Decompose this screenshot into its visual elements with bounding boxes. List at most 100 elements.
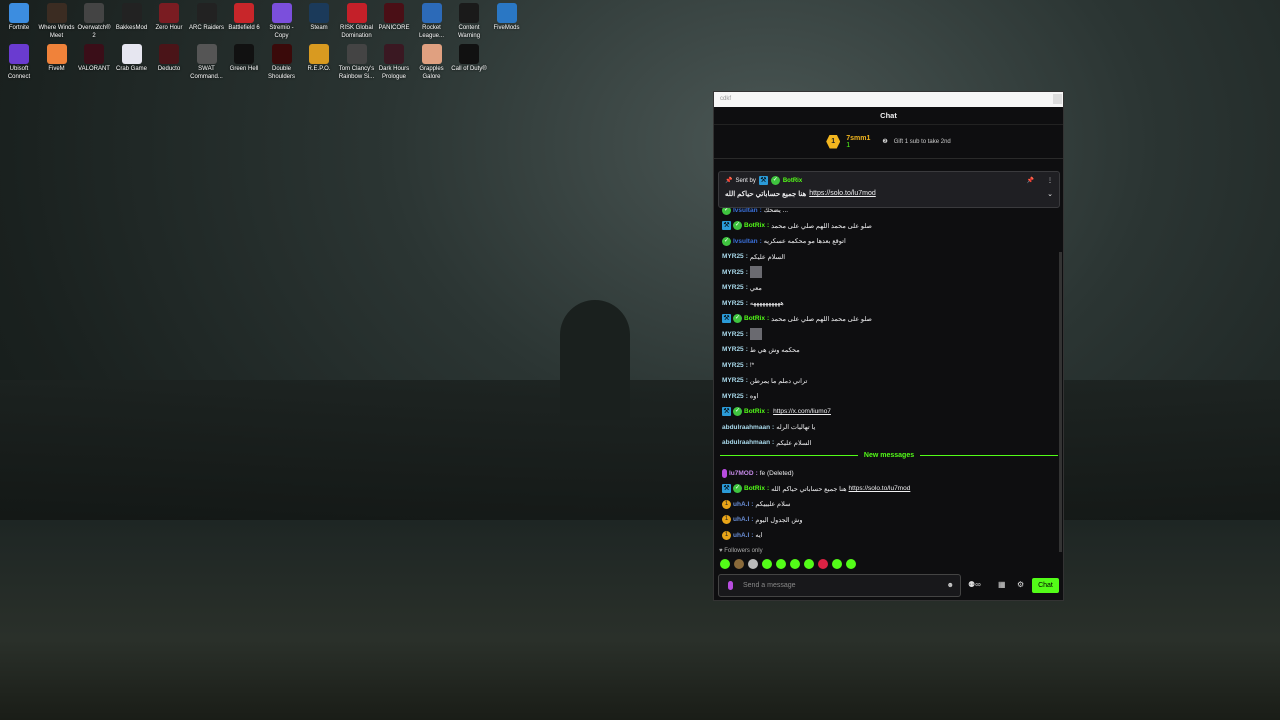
emote[interactable] xyxy=(804,559,814,569)
send-chat-button[interactable]: Chat xyxy=(1032,578,1059,593)
scrollbar[interactable] xyxy=(1059,252,1062,552)
desktop-icon[interactable]: VALORANT xyxy=(75,43,113,73)
mod-badge-icon: ⚒ xyxy=(722,221,731,230)
chat-username[interactable]: lu7MOD xyxy=(729,470,754,477)
emote[interactable] xyxy=(748,559,758,569)
chat-username[interactable]: abdulraahmaan xyxy=(722,439,770,446)
desktop-icon[interactable]: Grapples Galore xyxy=(413,43,451,81)
pinned-user[interactable]: BotRix xyxy=(783,178,802,184)
chat-username[interactable]: BotRix xyxy=(744,315,765,322)
desktop-icon[interactable]: Overwatch® 2 xyxy=(75,2,113,40)
desktop-icon[interactable]: SWAT Command... xyxy=(188,43,226,81)
message-link[interactable]: https://solo.to/lu7mod xyxy=(849,485,911,492)
chat-message: MYR25: محكمه وش هي ط xyxy=(722,346,800,354)
points-icon[interactable]: ⚉∞ xyxy=(968,580,981,589)
chat-username[interactable]: uhA.I xyxy=(733,501,749,508)
chat-username[interactable]: MYR25 xyxy=(722,269,744,276)
message-input[interactable]: Send a message ☻ xyxy=(718,574,961,597)
desktop-icon[interactable]: Dark Hours Prologue xyxy=(375,43,413,81)
desktop-icon-label: Double Shoulders xyxy=(267,66,296,80)
chat-message: MYR25: !* xyxy=(722,361,755,369)
desktop-icon[interactable]: Content Warning xyxy=(450,2,488,40)
chat-username[interactable]: MYR25 xyxy=(722,346,744,353)
chat-username[interactable]: uhA.I xyxy=(733,516,749,523)
unpin-icon[interactable]: 📌 xyxy=(1027,177,1034,184)
more-icon[interactable]: ⋮ xyxy=(1047,177,1053,184)
emote[interactable] xyxy=(790,559,800,569)
app-icon xyxy=(9,3,29,23)
desktop-icon-label: Content Warning xyxy=(457,25,481,39)
chat-username[interactable]: MYR25 xyxy=(722,331,744,338)
pinned-link[interactable]: https://solo.to/lu7mod xyxy=(809,190,876,198)
gift-text: Gift 1 sub to take 2nd xyxy=(893,138,951,145)
desktop-icon[interactable]: Ubisoft Connect xyxy=(0,43,38,81)
address-bar[interactable]: cdkf xyxy=(714,92,1063,107)
desktop-icon-label: SWAT Command... xyxy=(190,66,223,80)
desktop-icon[interactable]: Green Hell xyxy=(225,43,263,73)
emote[interactable] xyxy=(762,559,772,569)
chevron-down-icon[interactable]: ⌄ xyxy=(1047,190,1053,198)
chat-username[interactable]: MYR25 xyxy=(722,253,744,260)
gear-icon[interactable]: ⚙ xyxy=(1017,580,1024,589)
desktop-icon[interactable]: Crab Game xyxy=(113,43,151,73)
desktop-icon[interactable]: R.E.P.O. xyxy=(300,43,338,73)
chat-message: MYR25: السلام عليكم xyxy=(722,253,786,261)
desktop-icon[interactable]: PANICORE xyxy=(375,2,413,32)
message-text: اوه xyxy=(749,393,759,400)
emote[interactable] xyxy=(734,559,744,569)
chat-username[interactable]: MYR25 xyxy=(722,300,744,307)
emote-bar xyxy=(720,559,856,569)
desktop-icon[interactable]: Call of Duty® xyxy=(450,43,488,73)
chat-username[interactable]: BotRix xyxy=(744,408,765,415)
desktop-icon[interactable]: Zero Hour xyxy=(150,2,188,32)
chat-username[interactable]: uhA.I xyxy=(733,532,749,539)
desktop-icon[interactable]: ARC Raiders xyxy=(188,2,226,32)
app-icon xyxy=(159,3,179,23)
chat-username[interactable]: abdulraahmaan xyxy=(722,424,770,431)
emote[interactable] xyxy=(846,559,856,569)
desktop-icon[interactable]: Where Winds Meet xyxy=(38,2,76,40)
desktop-icon[interactable]: RISK Global Domination xyxy=(338,2,376,40)
app-icon xyxy=(271,44,292,64)
chat-username[interactable]: MYR25 xyxy=(722,393,744,400)
app-icon xyxy=(384,3,404,23)
desktop-icon[interactable]: FiveMods xyxy=(488,2,526,32)
desktop-icon[interactable]: Deducto xyxy=(150,43,188,73)
desktop-icon-label: FiveM xyxy=(48,66,65,72)
chat-username[interactable]: BotRix xyxy=(744,485,765,492)
chat-username[interactable]: MYR25 xyxy=(722,377,744,384)
message-text: سلام عليييكم xyxy=(755,501,791,508)
mic-icon xyxy=(722,468,727,478)
rank-badge: 1 xyxy=(826,134,841,149)
emote[interactable] xyxy=(832,559,842,569)
chat-username[interactable]: MYR25 xyxy=(722,284,744,291)
desktop-icon[interactable]: BakkesMod xyxy=(113,2,151,32)
followers-only-indicator: ♥ Followers only xyxy=(719,548,763,554)
desktop-icon[interactable]: Tom Clancy's Rainbow Si... xyxy=(338,43,376,81)
desktop-icon[interactable]: Rocket League... xyxy=(413,2,451,40)
store-icon[interactable]: ▦ xyxy=(998,580,1006,589)
message-text: !* xyxy=(749,361,755,369)
desktop-icon-label: Crab Game xyxy=(115,66,147,72)
emote[interactable] xyxy=(776,559,786,569)
desktop-icon[interactable]: Double Shoulders xyxy=(263,43,301,81)
chat-username[interactable]: BotRix xyxy=(744,222,765,229)
desktop-icon-label: Battlefield 6 xyxy=(228,25,260,31)
gift-leaderboard[interactable]: 1 7smm1 1 ❷ Gift 1 sub to take 2nd xyxy=(714,125,1063,159)
desktop-icon[interactable]: Fortnite xyxy=(0,2,38,32)
mic-icon xyxy=(728,581,733,590)
desktop-icon-label: Rocket League... xyxy=(418,25,445,39)
close-button[interactable] xyxy=(1053,94,1062,104)
chat-message: lu7MOD: fe (Deleted) xyxy=(722,467,794,479)
emote[interactable] xyxy=(720,559,730,569)
chat-username[interactable]: MYR25 xyxy=(722,362,744,369)
chat-username[interactable]: lvsultan xyxy=(733,238,758,245)
emoji-icon[interactable]: ☻ xyxy=(947,575,954,596)
desktop-icon[interactable]: Battlefield 6 xyxy=(225,2,263,32)
desktop-icon[interactable]: Steam xyxy=(300,2,338,32)
desktop-icon[interactable]: FiveM xyxy=(38,43,76,73)
message-link[interactable]: https://x.com/liumo7 xyxy=(773,408,831,415)
message-text: السلام عليكم xyxy=(776,439,812,447)
desktop-icon[interactable]: Stremio - Copy xyxy=(263,2,301,40)
emote[interactable] xyxy=(818,559,828,569)
